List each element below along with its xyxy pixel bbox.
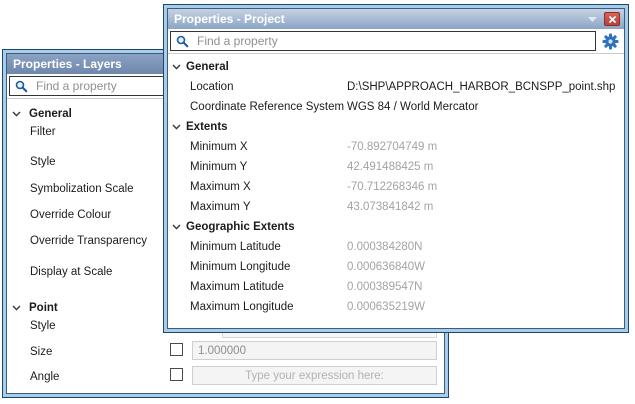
- property-row-location[interactable]: Location D:\SHP\APPROACH_HARBOR_BCNSPP_p…: [168, 77, 624, 97]
- project-panel-titlebar[interactable]: Properties - Project: [168, 9, 624, 29]
- search-icon: [176, 35, 189, 48]
- property-label: Maximum X: [190, 181, 347, 193]
- project-section-general[interactable]: General: [168, 57, 624, 77]
- close-button[interactable]: [604, 12, 620, 26]
- property-label: Maximum Longitude: [190, 301, 347, 313]
- property-row-maximum-y[interactable]: Maximum Y 43.073841842 m: [168, 197, 624, 217]
- section-collapse-icon[interactable]: [12, 305, 29, 311]
- angle-expression-field[interactable]: Type your expression here:: [192, 366, 437, 385]
- item-label: Size: [30, 346, 52, 358]
- item-label: Style: [30, 156, 56, 168]
- property-row-minimum-y[interactable]: Minimum Y 42.491488425 m: [168, 157, 624, 177]
- section-label: Extents: [186, 121, 228, 133]
- project-section-extents[interactable]: Extents: [168, 117, 624, 137]
- property-row-coordinate-reference-system[interactable]: Coordinate Reference System WGS 84 / Wor…: [168, 97, 624, 117]
- search-icon: [15, 80, 28, 93]
- project-panel-title: Properties - Project: [174, 12, 285, 26]
- project-properties-panel: Properties - Project Find: [163, 4, 629, 333]
- property-value: 42.491488425 m: [347, 161, 433, 173]
- section-label: Geographic Extents: [186, 221, 295, 233]
- item-label: Override Colour: [30, 209, 111, 221]
- property-label: Minimum Y: [190, 161, 347, 173]
- section-label: General: [29, 108, 72, 120]
- property-label: Coordinate Reference System: [190, 101, 347, 113]
- size-checkbox[interactable]: [170, 343, 183, 356]
- property-value: 0.000635219W: [347, 301, 425, 313]
- chevron-down-icon: [588, 17, 597, 22]
- section-collapse-icon[interactable]: [172, 224, 186, 230]
- property-value: WGS 84 / World Mercator: [347, 101, 478, 113]
- item-label: Filter: [30, 126, 56, 138]
- item-label: Override Transparency: [30, 235, 147, 247]
- property-value: 0.000384280N: [347, 241, 422, 253]
- property-row-maximum-longitude[interactable]: Maximum Longitude 0.000635219W: [168, 297, 624, 317]
- property-label: Maximum Y: [190, 201, 347, 213]
- layers-search-placeholder: Find a property: [36, 79, 117, 93]
- settings-gear-icon: [602, 33, 619, 50]
- property-value: 0.000389547N: [347, 281, 422, 293]
- property-label: Location: [190, 81, 347, 93]
- project-panel-body: Properties - Project Find: [167, 8, 625, 329]
- window-menu-button[interactable]: [588, 17, 597, 22]
- section-label: General: [186, 61, 229, 73]
- property-value: -70.712268346 m: [347, 181, 437, 193]
- item-label: Symbolization Scale: [30, 183, 134, 195]
- close-icon: [609, 16, 616, 23]
- angle-checkbox[interactable]: [170, 368, 183, 381]
- property-label: Maximum Latitude: [190, 281, 347, 293]
- project-search-input[interactable]: Find a property: [170, 31, 596, 51]
- section-collapse-icon[interactable]: [172, 124, 186, 130]
- layers-panel-title: Properties - Layers: [13, 57, 122, 71]
- property-row-maximum-latitude[interactable]: Maximum Latitude 0.000389547N: [168, 277, 624, 297]
- item-label: Style: [30, 320, 56, 332]
- section-label: Point: [29, 302, 58, 314]
- property-label: Minimum Latitude: [190, 241, 347, 253]
- section-collapse-icon[interactable]: [12, 111, 29, 117]
- project-search-row: Find a property: [168, 29, 624, 53]
- item-label: Angle: [30, 371, 59, 383]
- property-value: D:\SHP\APPROACH_HARBOR_BCNSPP_point.shp: [347, 81, 615, 93]
- item-label: Display at Scale: [30, 266, 112, 278]
- project-property-grid: General Location D:\SHP\APPROACH_HARBOR_…: [168, 54, 624, 328]
- property-label: Minimum Longitude: [190, 261, 347, 273]
- property-row-minimum-latitude[interactable]: Minimum Latitude 0.000384280N: [168, 237, 624, 257]
- property-row-minimum-longitude[interactable]: Minimum Longitude 0.000636840W: [168, 257, 624, 277]
- project-settings-button[interactable]: [598, 33, 622, 50]
- property-label: Minimum X: [190, 141, 347, 153]
- property-row-maximum-x[interactable]: Maximum X -70.712268346 m: [168, 177, 624, 197]
- property-row-minimum-x[interactable]: Minimum X -70.892704749 m: [168, 137, 624, 157]
- property-value: 0.000636840W: [347, 261, 425, 273]
- section-collapse-icon[interactable]: [172, 64, 186, 70]
- property-value: 43.073841842 m: [347, 201, 433, 213]
- project-search-placeholder: Find a property: [197, 34, 278, 48]
- titlebar-buttons: [588, 12, 620, 26]
- size-value-field[interactable]: 1.000000: [192, 341, 437, 360]
- project-section-geographic-extents[interactable]: Geographic Extents: [168, 217, 624, 237]
- property-value: -70.892704749 m: [347, 141, 437, 153]
